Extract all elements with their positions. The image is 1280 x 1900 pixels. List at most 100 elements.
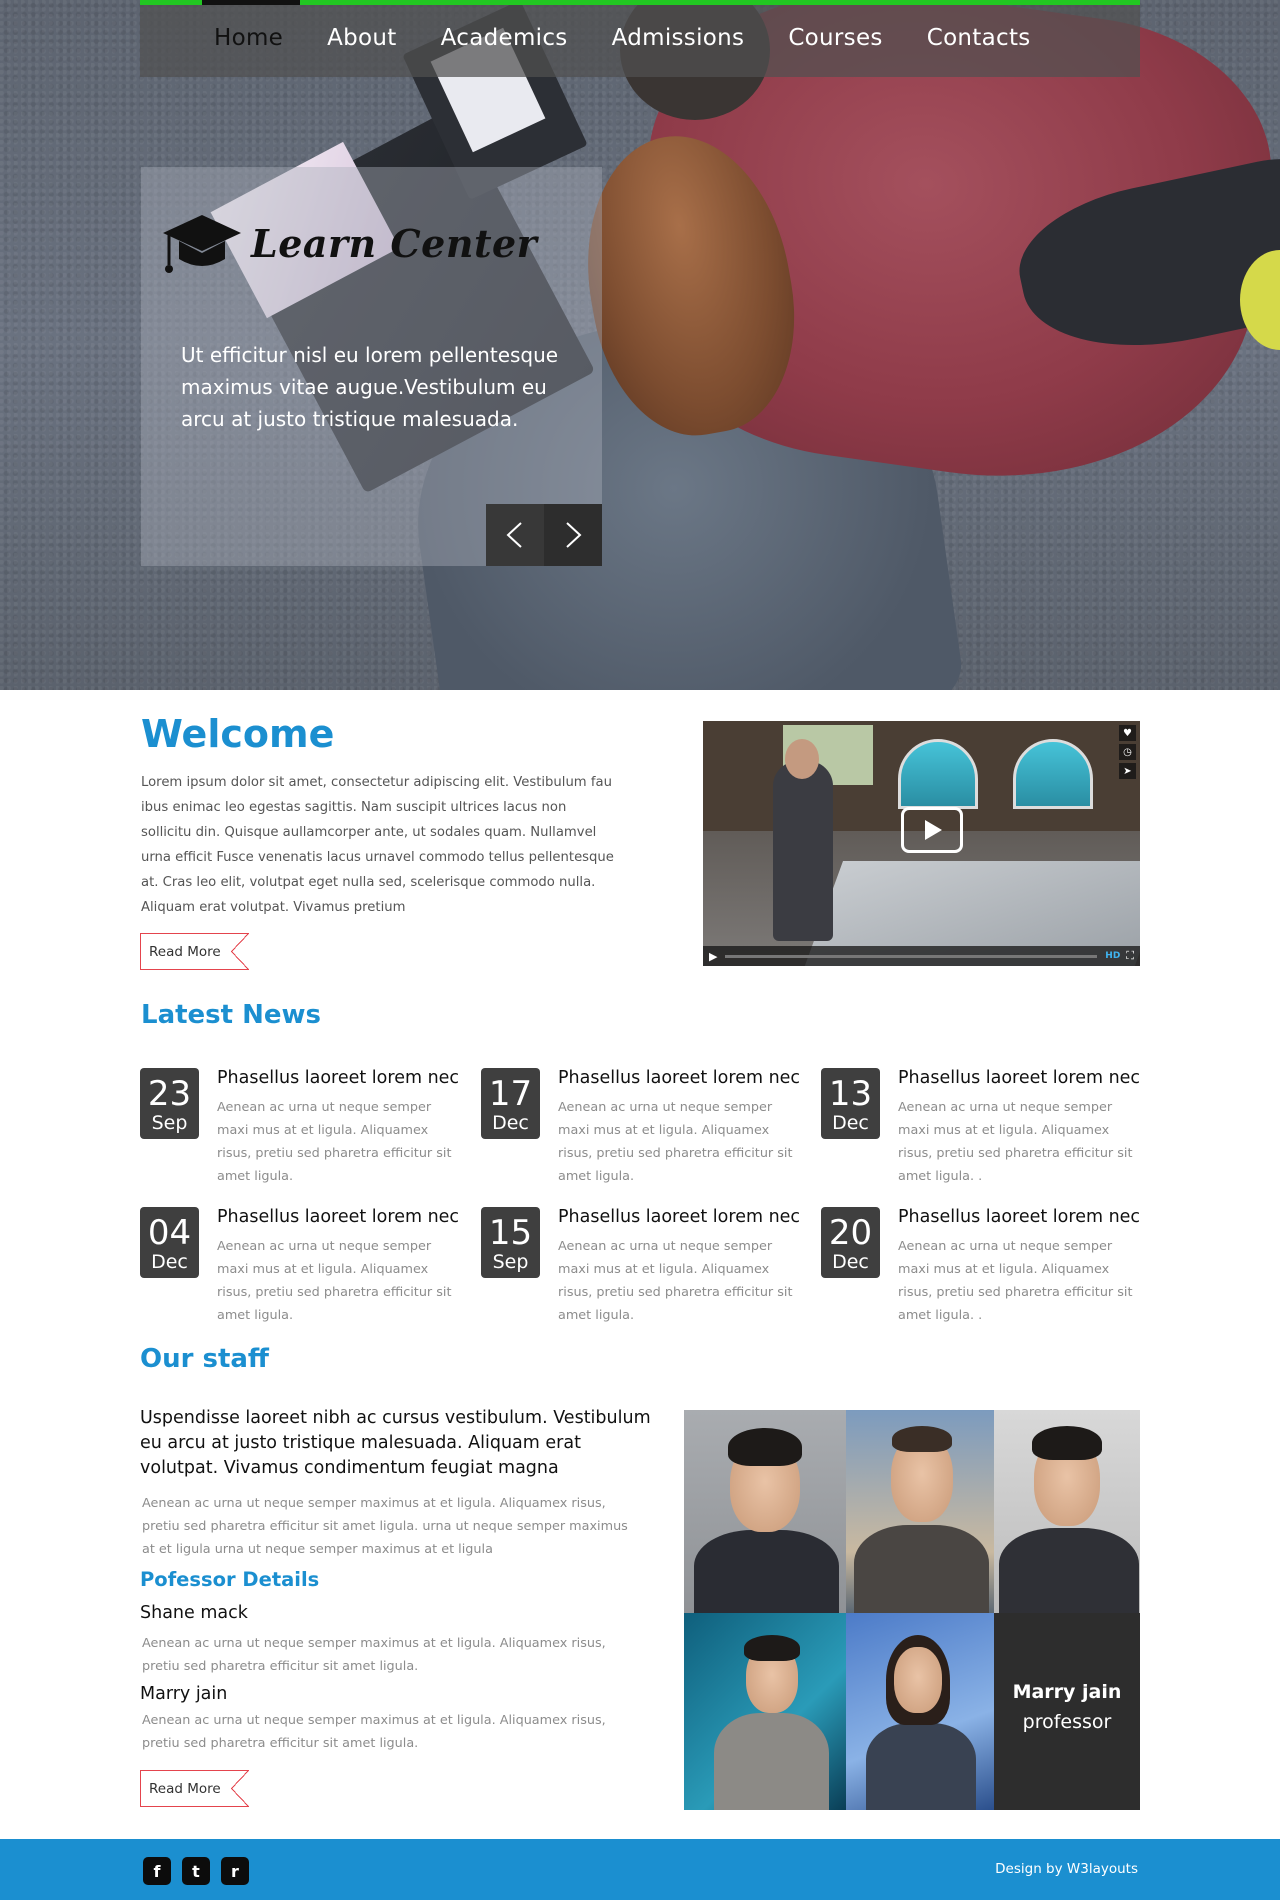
news-excerpt: Aenean ac urna ut neque semper maxi mus … — [217, 1100, 452, 1184]
nav-list: Home About Academics Admissions Courses … — [202, 21, 1053, 55]
hero-caption-text: Ut efficitur nisl eu lorem pellentesque … — [181, 343, 559, 431]
chevron-left-icon — [506, 522, 522, 548]
watch-later-icon[interactable]: ◷ — [1119, 744, 1136, 760]
news-excerpt: Aenean ac urna ut neque semper maxi mus … — [558, 1239, 793, 1323]
professor-details-heading: Pofessor Details — [140, 1568, 320, 1591]
staff-read-more-button[interactable]: Read More — [140, 1770, 249, 1807]
professor-bio: Aenean ac urna ut neque semper maximus a… — [142, 1713, 606, 1751]
facebook-icon[interactable]: f — [143, 1857, 171, 1885]
staff-photo-figure — [714, 1713, 829, 1810]
staff-photo-figure — [744, 1635, 800, 1661]
nav-item-about: About — [305, 21, 419, 55]
news-item[interactable]: 23 Sep Phasellus laoreet lorem nec Aenea… — [140, 1068, 460, 1184]
welcome-heading: Welcome — [141, 712, 335, 756]
date-month: Sep — [492, 1251, 529, 1273]
news-headline[interactable]: Phasellus laoreet lorem nec — [898, 1207, 1140, 1227]
site-footer: f t r Design by W3layouts — [0, 1839, 1280, 1900]
play-icon — [925, 820, 942, 840]
twitter-icon[interactable]: t — [182, 1857, 210, 1885]
staff-photo-figure — [728, 1428, 802, 1466]
date-day: 17 — [488, 1074, 533, 1114]
staff-photo-grid: Marry jain professor — [684, 1410, 1140, 1810]
nav-link-admissions[interactable]: Admissions — [590, 21, 767, 55]
fullscreen-icon[interactable]: ⛶ — [1126, 949, 1134, 963]
slider-prev-button[interactable] — [486, 504, 544, 566]
date-badge: 13 Dec — [821, 1068, 880, 1139]
news-headline[interactable]: Phasellus laoreet lorem nec — [558, 1068, 800, 1088]
video-frame — [1013, 739, 1093, 809]
news-headline[interactable]: Phasellus laoreet lorem nec — [217, 1068, 459, 1088]
professor-name: Marry jain — [140, 1684, 228, 1704]
staff-photo-figure — [854, 1525, 989, 1613]
news-item[interactable]: 04 Dec Phasellus laoreet lorem nec Aenea… — [140, 1207, 460, 1323]
news-item[interactable]: 15 Sep Phasellus laoreet lorem nec Aenea… — [481, 1207, 801, 1323]
slider-next-button[interactable] — [544, 504, 602, 566]
date-month: Dec — [832, 1251, 869, 1273]
staff-photo[interactable] — [994, 1410, 1140, 1613]
video-play-control-icon[interactable]: ▶ — [709, 950, 717, 963]
news-headline[interactable]: Phasellus laoreet lorem nec — [898, 1068, 1140, 1088]
news-headline[interactable]: Phasellus laoreet lorem nec — [217, 1207, 459, 1227]
staff-photo[interactable] — [846, 1410, 994, 1613]
staff-photo-figure — [894, 1647, 942, 1713]
news-excerpt: Aenean ac urna ut neque semper maxi mus … — [898, 1239, 1133, 1323]
news-item[interactable]: 20 Dec Phasellus laoreet lorem nec Aenea… — [821, 1207, 1141, 1323]
staff-photo-figure — [999, 1528, 1139, 1613]
video-play-button[interactable] — [901, 807, 963, 853]
video-player[interactable]: ♥ ◷ ➤ ▶ HD ⛶ — [703, 721, 1140, 966]
chevron-right-icon — [566, 522, 582, 548]
featured-staff-role: professor — [1022, 1711, 1112, 1733]
staff-photo[interactable] — [684, 1613, 846, 1810]
news-headline[interactable]: Phasellus laoreet lorem nec — [558, 1207, 800, 1227]
featured-staff-name: Marry jain — [1012, 1681, 1122, 1703]
nav-link-contacts[interactable]: Contacts — [905, 21, 1053, 55]
nav-link-courses[interactable]: Courses — [766, 21, 904, 55]
date-day: 20 — [828, 1213, 873, 1253]
professor-bio: Aenean ac urna ut neque semper maximus a… — [142, 1636, 606, 1674]
staff-lead-text: Uspendisse laoreet nibh ac cursus vestib… — [140, 1408, 651, 1478]
nav-active-indicator — [202, 0, 300, 5]
news-excerpt: Aenean ac urna ut neque semper maxi mus … — [558, 1100, 793, 1184]
staff-photo-figure — [866, 1723, 976, 1810]
staff-photo[interactable] — [684, 1410, 846, 1613]
date-badge: 17 Dec — [481, 1068, 540, 1139]
news-excerpt: Aenean ac urna ut neque semper maxi mus … — [898, 1100, 1133, 1184]
hd-badge[interactable]: HD — [1105, 951, 1120, 961]
nav-link-about[interactable]: About — [305, 21, 419, 55]
date-day: 15 — [488, 1213, 533, 1253]
professor-name: Shane mack — [140, 1603, 248, 1623]
nav-item-home: Home — [202, 21, 305, 55]
like-icon[interactable]: ♥ — [1119, 725, 1136, 741]
staff-photo-figure — [892, 1426, 952, 1452]
video-progress-track[interactable] — [725, 954, 1098, 958]
date-month: Sep — [151, 1112, 188, 1134]
video-frame — [785, 739, 819, 779]
nav-link-academics[interactable]: Academics — [419, 21, 590, 55]
video-side-actions: ♥ ◷ ➤ — [1119, 725, 1136, 779]
main-navigation: Home About Academics Admissions Courses … — [140, 0, 1140, 77]
date-month: Dec — [151, 1251, 188, 1273]
latest-news-heading: Latest News — [141, 1000, 322, 1030]
welcome-text: Lorem ipsum dolor sit amet, consectetur … — [141, 775, 614, 915]
footer-credit[interactable]: Design by W3layouts — [995, 1861, 1138, 1877]
rss-icon[interactable]: r — [221, 1857, 249, 1885]
video-frame — [898, 739, 978, 809]
staff-photo-figure — [694, 1530, 839, 1613]
site-logo[interactable]: Learn Center — [161, 207, 537, 279]
news-item[interactable]: 13 Dec Phasellus laoreet lorem nec Aenea… — [821, 1068, 1141, 1184]
staff-photo[interactable] — [846, 1613, 994, 1810]
date-badge: 20 Dec — [821, 1207, 880, 1278]
nav-item-courses: Courses — [766, 21, 904, 55]
news-excerpt: Aenean ac urna ut neque semper maxi mus … — [217, 1239, 452, 1323]
logo-text: Learn Center — [251, 220, 538, 266]
welcome-read-more-button[interactable]: Read More — [140, 933, 249, 970]
share-icon[interactable]: ➤ — [1119, 763, 1136, 779]
date-day: 23 — [147, 1074, 192, 1114]
news-item[interactable]: 17 Dec Phasellus laoreet lorem nec Aenea… — [481, 1068, 801, 1184]
date-month: Dec — [832, 1112, 869, 1134]
video-frame — [773, 761, 833, 941]
nav-link-home[interactable]: Home — [202, 21, 305, 55]
staff-intro-text: Aenean ac urna ut neque semper maximus a… — [142, 1496, 628, 1557]
staff-photo-figure — [1032, 1426, 1102, 1460]
staff-photo-featured[interactable]: Marry jain professor — [994, 1613, 1140, 1810]
